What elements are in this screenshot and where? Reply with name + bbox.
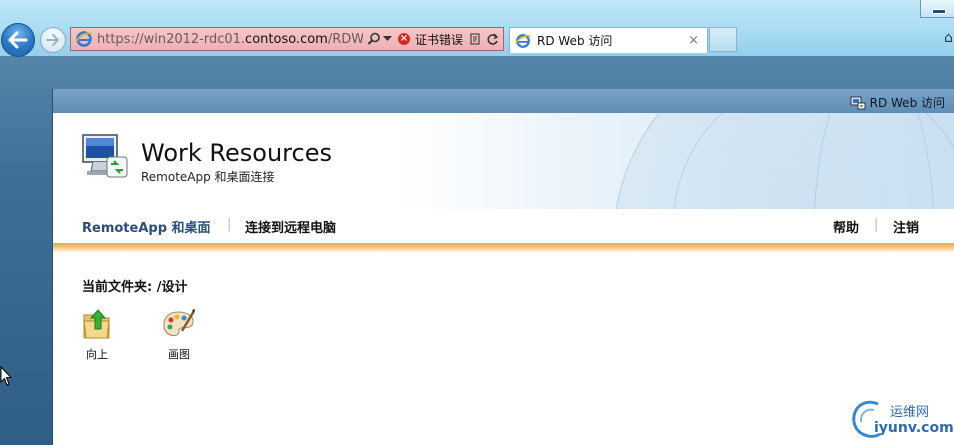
tab-close-icon[interactable]: × xyxy=(688,33,699,48)
folder-up-icon xyxy=(83,309,110,339)
item-paint[interactable]: 画图 xyxy=(149,307,209,362)
url-prefix: https://win2012-rdc01. xyxy=(97,31,246,47)
search-icon xyxy=(367,32,380,45)
nav-help[interactable]: 帮助 xyxy=(833,217,859,236)
url-domain: contoso.com xyxy=(245,31,328,47)
ie-page-icon xyxy=(75,31,93,47)
home-icon[interactable]: ⌂ xyxy=(944,30,953,46)
item-folder-up[interactable]: 向上 xyxy=(67,307,127,362)
main-nav: RemoteApp 和桌面 | 连接到远程电脑 帮助 | 注销 xyxy=(53,209,954,243)
nav-connect-remote-pc[interactable]: 连接到远程电脑 xyxy=(245,217,336,236)
minimize-button[interactable] xyxy=(920,0,954,18)
new-tab-button[interactable] xyxy=(709,27,737,52)
page-top-bar: RD Web 访问 xyxy=(53,89,954,113)
tab-rd-web-access[interactable]: RD Web 访问 × xyxy=(509,27,708,53)
compat-view-icon[interactable] xyxy=(470,32,482,46)
mouse-cursor-icon xyxy=(0,366,12,386)
forward-arrow-icon xyxy=(46,34,60,46)
address-bar[interactable]: https://win2012-rdc01.contoso.com/RDWeb/… xyxy=(70,27,504,51)
nav-remoteapp-desktops[interactable]: RemoteApp 和桌面 xyxy=(82,217,211,236)
rd-web-access-icon xyxy=(850,96,866,109)
nav-orange-divider xyxy=(53,243,954,253)
watermark-line1: 运维网 xyxy=(890,405,930,420)
nav-separator: | xyxy=(227,217,232,232)
back-arrow-icon xyxy=(8,31,28,49)
nav-separator: | xyxy=(874,217,879,232)
page-title: Work Resources xyxy=(141,139,332,167)
url-suffix: /RDWeb/F xyxy=(327,31,363,47)
browser-chrome: https://win2012-rdc01.contoso.com/RDWeb/… xyxy=(0,0,954,57)
page-header: Work Resources RemoteApp 和桌面连接 xyxy=(53,113,954,209)
cert-error-icon[interactable]: × xyxy=(398,33,410,45)
back-button[interactable] xyxy=(1,23,35,57)
search-dropdown[interactable] xyxy=(367,32,392,46)
current-folder-label: 当前文件夹: /设计 xyxy=(82,280,188,295)
remote-desktop-logo-icon xyxy=(82,134,128,178)
site-watermark: 运维网 iyunv.com xyxy=(846,398,954,442)
item-label: 向上 xyxy=(86,348,108,361)
rd-web-access-label: RD Web 访问 xyxy=(869,96,945,110)
nav-logout[interactable]: 注销 xyxy=(893,217,919,236)
tab-title: RD Web 访问 xyxy=(537,34,613,48)
watermark-line2: iyunv.com xyxy=(874,420,954,436)
item-label: 画图 xyxy=(168,348,190,361)
cert-error-label[interactable]: 证书错误 xyxy=(415,31,463,48)
ie-tab-icon xyxy=(515,33,531,48)
refresh-icon[interactable] xyxy=(486,33,499,46)
globe-meridian-decoration xyxy=(813,113,935,209)
forward-button[interactable] xyxy=(40,27,66,53)
page-subtitle: RemoteApp 和桌面连接 xyxy=(141,170,275,184)
paint-palette-icon xyxy=(163,309,196,337)
rd-web-access-link[interactable]: RD Web 访问 xyxy=(850,94,945,111)
web-page: RD Web 访问 Work Resources RemoteApp 和桌面连接… xyxy=(52,89,954,445)
minimize-icon xyxy=(932,9,946,14)
address-url[interactable]: https://win2012-rdc01.contoso.com/RDWeb/… xyxy=(97,32,363,47)
chevron-down-icon xyxy=(383,36,392,41)
